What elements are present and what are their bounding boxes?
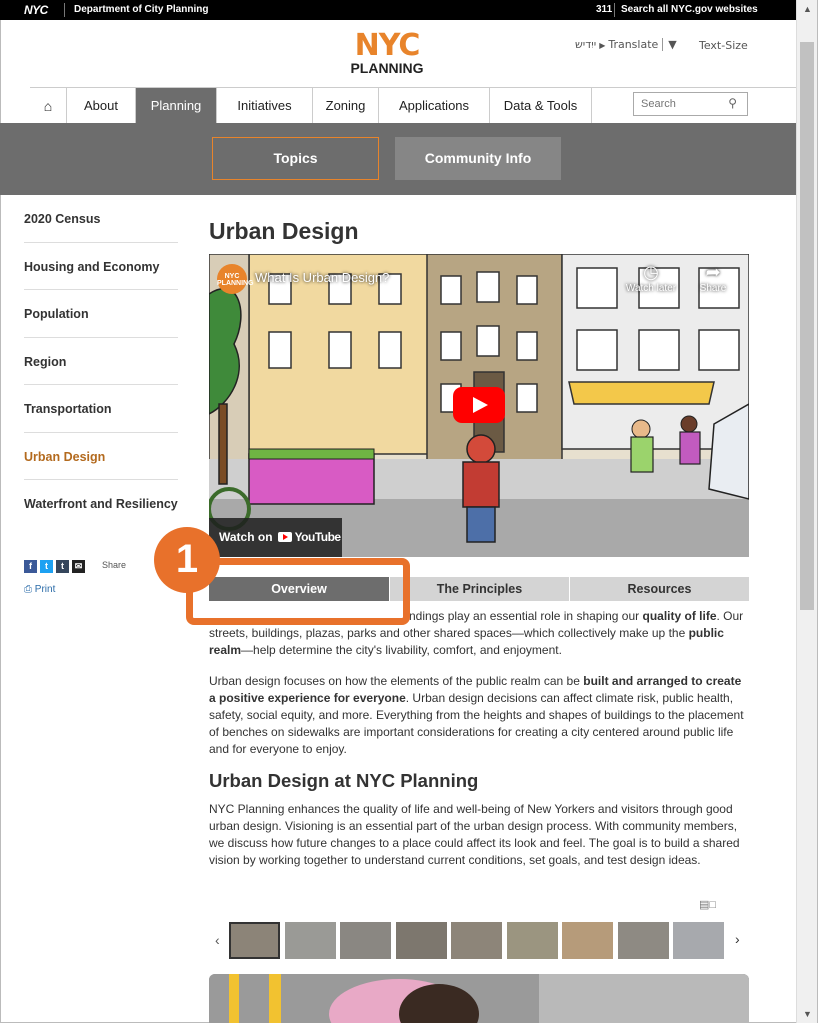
- youtube-wordmark: YouTube: [294, 530, 342, 544]
- tab-resources[interactable]: Resources: [570, 577, 749, 601]
- nyc-logo-mini[interactable]: NYC: [24, 3, 48, 17]
- sidebar-item-waterfront[interactable]: Waterfront and Resiliency: [24, 480, 178, 528]
- watch-on-youtube-button[interactable]: Watch on YouTube: [209, 518, 342, 557]
- logo-planning: PLANNING: [350, 60, 424, 76]
- gallery-thumbnail[interactable]: [229, 922, 280, 959]
- share-label[interactable]: Share: [102, 560, 126, 570]
- sidebar-item-2020-census[interactable]: 2020 Census: [24, 195, 178, 243]
- print-icon: ⎙: [24, 584, 32, 595]
- video-share-button[interactable]: ➦ Share: [693, 262, 733, 294]
- dept-link[interactable]: Department of City Planning: [74, 4, 208, 15]
- search-icon[interactable]: ⚲: [728, 96, 737, 110]
- search-all-link[interactable]: Search all NYC.gov websites: [621, 4, 758, 15]
- gallery-next-icon[interactable]: ›: [735, 931, 740, 947]
- sidebar-item-population[interactable]: Population: [24, 290, 178, 338]
- nyc-planning-logo[interactable]: NYC PLANNING: [343, 28, 431, 76]
- scrollbar-thumb[interactable]: [800, 42, 814, 610]
- tumblr-icon[interactable]: t: [56, 560, 69, 573]
- topics-button[interactable]: Topics: [212, 137, 379, 180]
- scroll-up-arrow-icon[interactable]: ▲: [803, 4, 812, 14]
- text-size-button[interactable]: Text-Size: [699, 39, 748, 52]
- community-info-button[interactable]: Community Info: [395, 137, 561, 180]
- watch-on-label: Watch on: [219, 530, 273, 544]
- video-channel-logo[interactable]: NYC PLANNING: [217, 264, 254, 294]
- nav-zoning[interactable]: Zoning: [313, 88, 379, 124]
- logo-nyc: NYC: [354, 28, 421, 63]
- scrollbar[interactable]: ▲ ▼: [796, 0, 817, 1023]
- facebook-icon[interactable]: f: [24, 560, 37, 573]
- gallery-thumbnail[interactable]: [451, 922, 502, 959]
- clock-icon: ◷: [643, 262, 659, 282]
- gallery-thumbnail[interactable]: [395, 922, 447, 959]
- photo-illustration: [209, 974, 749, 1023]
- share-arrow-icon: ➦: [705, 262, 721, 282]
- divider: [614, 3, 615, 17]
- print-label: Print: [34, 584, 56, 595]
- scroll-down-arrow-icon[interactable]: ▼: [803, 1009, 812, 1019]
- p1-text-e: —help determine the city's livability, c…: [241, 643, 562, 657]
- nav-initiatives[interactable]: Initiatives: [217, 88, 313, 124]
- gallery-thumbnail[interactable]: [506, 922, 558, 959]
- section-heading: Urban Design at NYC Planning: [209, 770, 479, 791]
- youtube-icon: [277, 532, 292, 542]
- top-bar: NYC Department of City Planning 311 Sear…: [0, 0, 796, 20]
- nav-applications[interactable]: Applications: [379, 88, 490, 124]
- nav-about[interactable]: About: [67, 88, 136, 124]
- sidebar-item-transportation[interactable]: Transportation: [24, 385, 178, 433]
- watch-later-button[interactable]: ◷ Watch later: [623, 262, 679, 294]
- gallery-thumbnail[interactable]: [617, 922, 669, 959]
- gallery-main-photo[interactable]: [209, 974, 749, 1023]
- sidebar-item-urban-design[interactable]: Urban Design: [24, 433, 178, 480]
- gallery-thumbnail[interactable]: [340, 922, 391, 959]
- gallery-thumbnail[interactable]: [284, 922, 336, 959]
- gallery-prev-icon[interactable]: ‹: [215, 932, 220, 948]
- nyc-planning-paragraph: NYC Planning enhances the quality of lif…: [209, 802, 740, 867]
- page-title: Urban Design: [209, 218, 359, 244]
- language-selector[interactable]: ייִדיש ▶ Translate ▼: [575, 38, 677, 51]
- search-box[interactable]: ⚲: [633, 92, 748, 116]
- yiddish-link[interactable]: ייִדיש: [575, 38, 596, 51]
- urban-design-paragraph: Urban design focuses on how the elements…: [209, 673, 749, 758]
- home-icon[interactable]: ⌂: [30, 88, 67, 124]
- video-player[interactable]: NYC PLANNING What Is Urban Design? ◷ Watc…: [209, 254, 749, 557]
- gallery-thumbnail[interactable]: [673, 922, 724, 959]
- twitter-icon[interactable]: t: [40, 560, 53, 573]
- p1-bold-quality: quality of life: [642, 609, 717, 623]
- nav-data-tools[interactable]: Data & Tools: [490, 88, 592, 124]
- video-title[interactable]: What Is Urban Design?: [255, 270, 389, 285]
- watch-later-label: Watch later: [625, 283, 677, 294]
- email-icon[interactable]: ✉: [72, 560, 85, 573]
- p2-text-a: Urban design focuses on how the elements…: [209, 674, 584, 688]
- callout-highlight-box: [186, 558, 410, 625]
- divider: [64, 3, 65, 17]
- play-arrow-icon: ▶: [599, 41, 606, 50]
- translate-dropdown-icon[interactable]: ▼: [662, 38, 677, 51]
- video-share-label: Share: [699, 283, 727, 294]
- p1-text-a: ndings play an essential role in shaping…: [409, 609, 643, 623]
- callout-number-badge: 1: [154, 527, 220, 593]
- nav-planning[interactable]: Planning: [136, 88, 217, 124]
- sidebar-item-housing-economy[interactable]: Housing and Economy: [24, 243, 178, 290]
- sidebar: 2020 Census Housing and Economy Populati…: [24, 195, 178, 528]
- play-button-icon[interactable]: [453, 387, 505, 423]
- print-link[interactable]: ⎙ Print: [24, 584, 55, 595]
- tab-principles[interactable]: The Principles: [390, 577, 569, 601]
- link-311[interactable]: 311: [596, 4, 612, 15]
- search-input[interactable]: [634, 93, 724, 115]
- translate-label[interactable]: Translate: [608, 38, 658, 51]
- sidebar-item-region[interactable]: Region: [24, 338, 178, 385]
- gallery-view-toggle-icon[interactable]: ▤□: [699, 898, 716, 911]
- gallery-thumbnail[interactable]: [562, 922, 613, 959]
